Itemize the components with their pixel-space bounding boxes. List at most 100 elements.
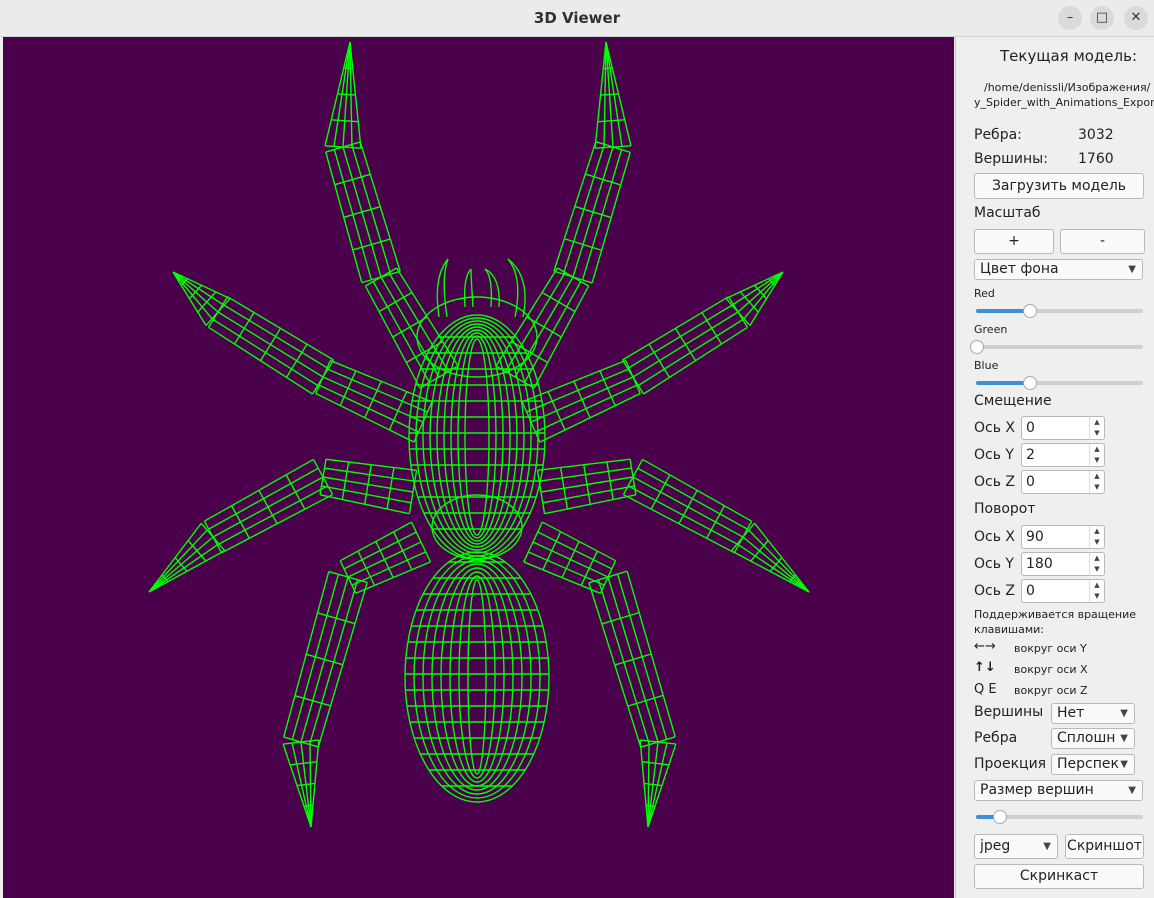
- edges-display-label: Ребра: [974, 730, 1018, 746]
- vertex-size-combo[interactable]: Размер вершин ▼: [974, 780, 1143, 801]
- offset-x-spinbox[interactable]: 0 ▲ ▼: [1021, 416, 1105, 440]
- red-label: Red: [974, 287, 995, 300]
- offset-y-spinbox[interactable]: 2 ▲ ▼: [1021, 443, 1105, 467]
- leg-ring: [574, 205, 612, 219]
- leg-ring: [601, 611, 640, 625]
- offset-z-value: 0: [1026, 474, 1035, 490]
- fang: [484, 268, 493, 308]
- leg-ring: [285, 474, 306, 510]
- leg-ring: [645, 804, 656, 807]
- green-slider-handle[interactable]: [970, 340, 984, 354]
- image-format-combo[interactable]: jpeg ▼: [974, 834, 1058, 859]
- vertex-size-slider-handle[interactable]: [993, 810, 1008, 824]
- thorax-ring: [443, 329, 511, 545]
- leg-ring: [739, 291, 759, 313]
- current-model-header: Текущая модель:: [1000, 47, 1138, 65]
- background-color-combo-value: Цвет фона: [980, 261, 1059, 277]
- blue-slider-fill: [976, 381, 1030, 385]
- leg-ring: [597, 119, 625, 123]
- fang: [463, 268, 472, 308]
- leg-edge: [495, 267, 559, 367]
- model-viewport[interactable]: [3, 37, 954, 898]
- leg-ring: [627, 694, 664, 707]
- spin-arrows-icon[interactable]: ▲ ▼: [1089, 444, 1104, 466]
- blue-slider[interactable]: [976, 376, 1143, 390]
- scale-plus-button[interactable]: +: [974, 229, 1054, 254]
- leg-edge: [533, 285, 590, 389]
- spider-wireframe: [148, 41, 810, 828]
- blue-slider-handle[interactable]: [1023, 376, 1038, 390]
- abdomen-ring: [449, 571, 505, 783]
- chevron-down-icon: ▼: [1120, 708, 1128, 719]
- control-panel: Текущая модель: /home/denissli/Изображен…: [955, 37, 1154, 898]
- window-title: 3D Viewer: [533, 9, 621, 27]
- vertices-display-combo[interactable]: Нет ▼: [1051, 703, 1135, 724]
- leg-ring: [585, 173, 621, 186]
- qe-keys-text: вокруг оси Z: [1014, 684, 1088, 697]
- chevron-down-icon: ▼: [1120, 733, 1128, 744]
- spin-arrows-icon[interactable]: ▲ ▼: [1089, 417, 1104, 439]
- spin-arrows-icon[interactable]: ▲ ▼: [1089, 526, 1104, 548]
- background-color-combo[interactable]: Цвет фона ▼: [974, 259, 1143, 280]
- keys-info-line2: клавишами:: [974, 623, 1045, 636]
- leg-ring: [622, 459, 644, 495]
- leg-ring: [393, 531, 413, 570]
- screencast-button[interactable]: Скринкаст: [974, 864, 1144, 889]
- rotation-z-spinbox[interactable]: 0 ▲ ▼: [1021, 579, 1105, 603]
- leg-ring: [187, 540, 207, 562]
- offset-z-label: Ось Z: [974, 474, 1016, 490]
- offset-y-label: Ось Y: [974, 447, 1014, 463]
- offset-x-label: Ось X: [974, 420, 1016, 436]
- title-bar: 3D Viewer – □ ✕: [0, 0, 1154, 37]
- chevron-down-icon: ▼: [1128, 264, 1136, 275]
- leg-ring: [588, 570, 628, 584]
- edges-count-label: Ребра:: [974, 127, 1022, 143]
- leg-ring: [334, 173, 371, 186]
- projection-value: Перспек: [1057, 756, 1119, 772]
- edges-display-combo[interactable]: Сплошн ▼: [1051, 728, 1135, 749]
- image-format-value: jpeg: [980, 838, 1011, 854]
- load-model-button[interactable]: Загрузить модель: [974, 173, 1144, 199]
- scale-minus-button[interactable]: -: [1060, 229, 1145, 254]
- maximize-icon[interactable]: □: [1090, 6, 1114, 30]
- chevron-down-icon: ▼: [1128, 785, 1136, 796]
- vertices-display-value: Нет: [1057, 705, 1085, 721]
- fang: [443, 258, 449, 318]
- rotation-x-spinbox[interactable]: 90 ▲ ▼: [1021, 525, 1105, 549]
- leg-ring: [375, 541, 394, 578]
- blue-label: Blue: [974, 359, 999, 372]
- red-slider[interactable]: [976, 304, 1143, 318]
- spin-arrows-icon[interactable]: ▲ ▼: [1089, 553, 1104, 575]
- vertex-size-slider[interactable]: [976, 810, 1143, 824]
- spin-arrows-icon[interactable]: ▲ ▼: [1089, 471, 1104, 493]
- green-label: Green: [974, 323, 1008, 336]
- rotation-y-spinbox[interactable]: 180 ▲ ▼: [1021, 552, 1105, 576]
- rotation-y-label: Ось Y: [974, 556, 1014, 572]
- left-right-arrows-icon: ←→: [974, 639, 996, 654]
- red-slider-fill: [976, 309, 1030, 313]
- leg-ring: [258, 489, 278, 525]
- rotation-z-value: 0: [1026, 583, 1035, 599]
- minimize-icon[interactable]: –: [1058, 6, 1082, 30]
- close-icon[interactable]: ✕: [1124, 6, 1148, 30]
- red-slider-handle[interactable]: [1023, 304, 1038, 318]
- offset-z-spinbox[interactable]: 0 ▲ ▼: [1021, 470, 1105, 494]
- leg-ring: [561, 541, 580, 578]
- chevron-down-icon: ▼: [1120, 759, 1128, 770]
- spin-arrows-icon[interactable]: ▲ ▼: [1089, 580, 1104, 602]
- screenshot-button[interactable]: Скриншот: [1065, 834, 1144, 859]
- abdomen-ring: [413, 555, 541, 799]
- thorax-ring: [457, 335, 497, 539]
- abdomen-ring: [404, 551, 550, 803]
- projection-label: Проекция: [974, 756, 1047, 772]
- leg-ring: [197, 291, 217, 313]
- ud-keys-text: вокруг оси X: [1014, 663, 1088, 676]
- green-slider[interactable]: [970, 340, 1143, 354]
- edges-display-value: Сплошн: [1057, 730, 1116, 746]
- abdomen-ring: [431, 563, 523, 791]
- fang: [484, 268, 500, 308]
- leg-ring: [600, 93, 619, 96]
- leg-ring: [312, 459, 334, 495]
- lr-keys-text: вокруг оси Y: [1014, 642, 1087, 655]
- projection-combo[interactable]: Перспек ▼: [1051, 754, 1135, 775]
